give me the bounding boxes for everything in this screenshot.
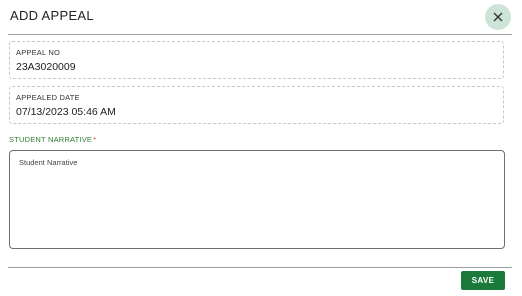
appeal-no-value: 23A3020009	[16, 61, 76, 73]
required-marker: *	[93, 135, 97, 144]
appeal-no-label: APPEAL NO	[16, 48, 61, 57]
close-button[interactable]	[485, 4, 511, 30]
student-narrative-label: STUDENT NARRATIVE*	[9, 135, 96, 144]
close-icon	[493, 12, 503, 22]
appealed-date-field: APPEALED DATE 07/13/2023 05:46 AM	[9, 86, 504, 124]
save-button[interactable]: SAVE	[461, 271, 505, 290]
dialog-title: ADD APPEAL	[10, 8, 94, 23]
student-narrative-label-text: STUDENT NARRATIVE	[9, 135, 93, 144]
appeal-no-field: APPEAL NO 23A3020009	[9, 41, 504, 79]
appealed-date-label: APPEALED DATE	[16, 93, 80, 102]
appealed-date-value: 07/13/2023 05:46 AM	[16, 106, 116, 118]
add-appeal-dialog: ADD APPEAL APPEAL NO 23A3020009 APPEALED…	[0, 0, 522, 296]
header-divider	[8, 34, 512, 35]
footer-divider	[8, 267, 512, 268]
student-narrative-input[interactable]	[9, 150, 505, 249]
